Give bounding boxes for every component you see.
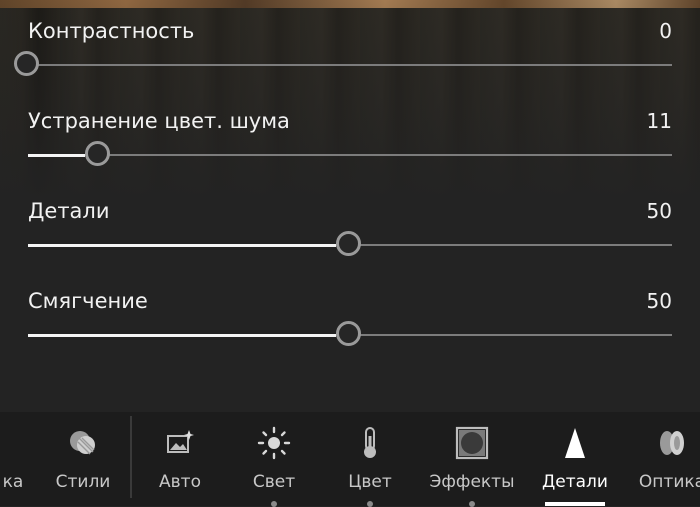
tool-optics[interactable]: Оптика [632,412,700,506]
slider-row-detail: Детали 50 [0,198,700,268]
effects-icon [455,426,489,460]
tool-label: Эффекты [429,472,515,492]
slider-thumb[interactable] [14,51,39,76]
slider-value: 50 [646,199,672,223]
tool-detail[interactable]: Детали [536,412,614,506]
tool-label: Свет [252,472,296,492]
light-icon [257,426,291,460]
slider-row-masking: Смягчение 50 [0,288,700,358]
tool-label: Стили [55,472,111,492]
bottom-toolbar: ка Стили Авто Свет Цвет Эффекты Детали О… [0,412,700,507]
adjusted-dot [271,501,277,507]
slider-fill [28,333,336,337]
slider-track[interactable] [28,231,672,256]
tool-styles[interactable]: Стили [46,412,120,506]
detail-icon [565,428,585,458]
slider-track[interactable] [28,321,672,346]
tool-color[interactable]: Цвет [332,412,408,507]
slider-fill [28,153,85,157]
slider-label: Детали [28,199,110,223]
slider-track[interactable] [28,141,672,166]
adjusted-dot [367,501,373,507]
active-tab-indicator [545,502,605,506]
slider-fill [28,243,336,247]
slider-value: 0 [659,19,672,43]
tool-label: ка [2,472,24,492]
styles-icon [70,431,95,455]
tool-effects[interactable]: Эффекты [424,412,520,507]
slider-thumb[interactable] [336,231,361,256]
adjusted-dot [469,501,475,507]
tool-label: Цвет [348,472,392,492]
optics-icon [660,431,684,455]
slider-track[interactable] [14,51,672,76]
slider-row-color-noise: Устранение цвет. шума 11 [0,108,700,178]
detail-panel: Контрастность 0 Устранение цвет. шума 11… [0,0,700,410]
tool-partial[interactable]: ка [0,412,48,506]
slider-label: Устранение цвет. шума [28,109,290,133]
slider-thumb[interactable] [84,141,110,166]
slider-label: Смягчение [28,289,148,313]
auto-icon [167,430,194,453]
slider-value: 11 [646,109,672,133]
tool-label: Оптика [638,472,700,492]
toolbar-divider [130,416,132,498]
slider-thumb[interactable] [336,321,361,346]
slider-row-contrast: Контрастность 0 [0,18,700,88]
thermometer-icon [364,427,376,458]
tool-label: Детали [542,472,608,492]
slider-value: 50 [646,289,672,313]
tool-auto[interactable]: Авто [142,412,218,506]
slider-label: Контрастность [28,19,195,43]
tool-light[interactable]: Свет [236,412,312,507]
tool-label: Авто [159,472,201,492]
